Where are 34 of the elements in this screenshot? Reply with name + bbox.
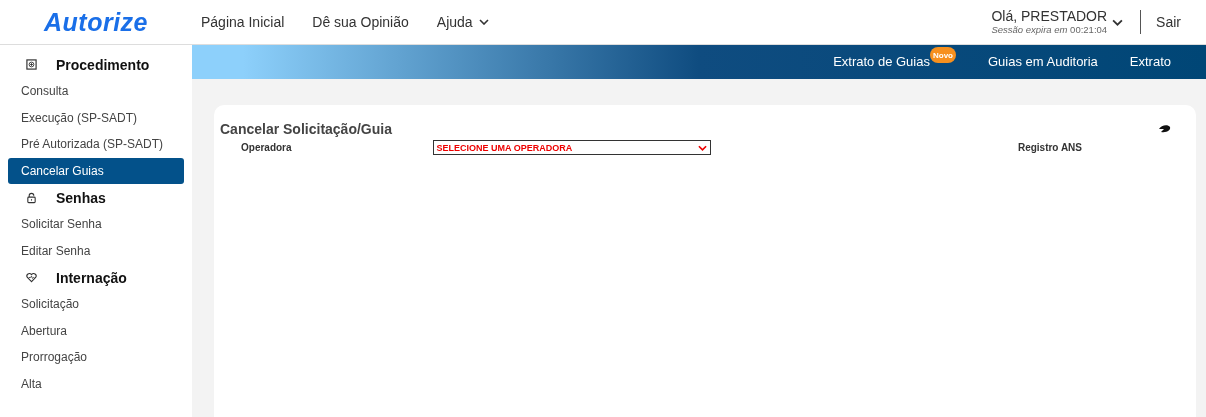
section-heading: Senhas — [56, 189, 106, 206]
user-greeting: Olá, PRESTADOR — [991, 9, 1108, 24]
nav-link[interactable]: Página Inicial — [201, 14, 285, 30]
nav-link[interactable]: Ajuda — [436, 14, 489, 30]
sub-nav-link[interactable]: Extrato — [1129, 54, 1171, 70]
new-badge: Novo — [929, 47, 956, 63]
registro-ans-label: Registro ANS — [1017, 142, 1082, 153]
sub-nav-link[interactable]: Guias em Auditoria — [987, 54, 1098, 70]
sidebar-item[interactable]: Cancelar Guias — [8, 157, 184, 184]
sidebar-item[interactable]: Solicitar Senha — [8, 211, 184, 238]
section-heading: Procedimento — [56, 56, 150, 73]
heart-pulse-icon — [26, 272, 38, 283]
sidebar-item[interactable]: Consulta — [8, 78, 184, 105]
session-timer: Sessão expira em 00:21:04 — [991, 24, 1108, 35]
user-menu[interactable]: Olá, PRESTADOR Sessão expira em 00:21:04 — [991, 9, 1124, 35]
nav-link[interactable]: Dê sua Opinião — [312, 14, 409, 30]
medical-plus-icon — [26, 59, 38, 70]
sub-nav-link[interactable]: Extrato de Guias — [833, 54, 930, 70]
operator-label: Operadora — [241, 142, 292, 153]
chevron-down-icon — [697, 144, 707, 151]
sidebar-item[interactable]: Alta — [8, 370, 184, 397]
logo[interactable]: Autorize — [44, 7, 148, 37]
sidebar-item[interactable]: Editar Senha — [8, 237, 184, 264]
operator-select[interactable]: SELECIONE UMA OPERADORA — [432, 140, 711, 155]
sidebar-item[interactable]: Prorrogação — [8, 344, 184, 371]
logout-link[interactable]: Sair — [1156, 14, 1181, 30]
sidebar-item[interactable]: Abertura — [8, 317, 184, 344]
sidebar-item[interactable]: Solicitação — [8, 291, 184, 318]
chevron-down-icon — [1112, 18, 1124, 26]
sidebar-item[interactable]: Execução (SP-SADT) — [8, 104, 184, 131]
sidebar-item[interactable]: Pré Autorizada (SP-SADT) — [8, 131, 184, 158]
section-heading: Internação — [56, 269, 127, 286]
form-title: Cancelar Solicitação/Guia — [220, 121, 392, 137]
padlock-icon — [26, 191, 38, 204]
